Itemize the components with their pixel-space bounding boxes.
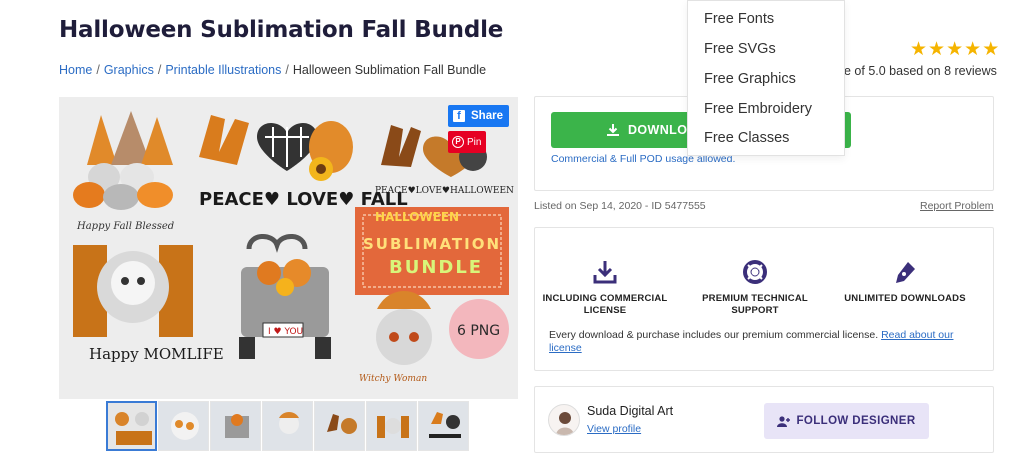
menu-item-free-classes[interactable]: Free Classes (704, 130, 789, 146)
facebook-icon: f (453, 110, 465, 122)
follow-button-label: FOLLOW DESIGNER (796, 415, 916, 427)
rating-stars[interactable]: ★ ★ ★ ★ ★ (910, 40, 999, 60)
feature-line2: LICENSE (583, 305, 627, 316)
license-description-text: Every download & purchase includes our p… (549, 329, 879, 341)
svg-text:Happy MOMLIFE: Happy MOMLIFE (89, 345, 224, 363)
breadcrumb-current: Halloween Sublimation Fall Bundle (292, 63, 487, 77)
breadcrumb-home[interactable]: Home (59, 63, 92, 77)
svg-text:HALLOWEEN: HALLOWEEN (375, 210, 459, 224)
view-profile-link[interactable]: View profile (587, 423, 641, 435)
feature-line1: INCLUDING COMMERCIAL (542, 293, 668, 304)
facebook-share-button[interactable]: f Share (448, 105, 509, 127)
thumbnail[interactable] (314, 401, 365, 451)
thumbnail-strip (106, 401, 469, 451)
pinterest-pin-button[interactable]: P Pin (448, 131, 486, 153)
thumbnail[interactable] (210, 401, 261, 451)
thumbnail[interactable] (262, 401, 313, 451)
avatar[interactable] (548, 404, 580, 436)
report-problem-link[interactable]: Report Problem (920, 200, 994, 212)
pinterest-icon: P (452, 136, 464, 148)
free-resources-dropdown: Free Fonts Free SVGs Free Graphics Free … (687, 0, 845, 156)
svg-text:SUBLIMATION: SUBLIMATION (363, 235, 501, 253)
star-icon: ★ (982, 39, 1000, 60)
svg-text:PEACE♥LOVE♥HALLOWEEN: PEACE♥LOVE♥HALLOWEEN (375, 186, 514, 196)
breadcrumb: Home / Graphics / Printable Illustrations / Ha… (59, 63, 486, 77)
thumbnail[interactable] (418, 401, 469, 451)
thumbnail[interactable] (106, 401, 157, 451)
breadcrumb-separator: / (285, 63, 289, 77)
rating-summary: e of 5.0 based on 8 reviews (844, 64, 997, 78)
thumbnail[interactable] (158, 401, 209, 451)
breadcrumb-separator: / (96, 63, 100, 77)
star-icon: ★ (964, 39, 982, 60)
feature-line1: UNLIMITED DOWNLOADS (844, 293, 966, 304)
star-icon: ★ (946, 39, 964, 60)
bundle-ticket: HALLOWEEN SUBLIMATION BUNDLE (355, 207, 509, 295)
breadcrumb-separator: / (157, 63, 162, 77)
share-label: Share (471, 110, 503, 122)
feature-line2: SUPPORT (731, 305, 779, 316)
download-icon (607, 124, 619, 136)
feature-commercial-license: INCLUDING COMMERCIAL LICENSE (535, 259, 675, 317)
star-icon: ★ (910, 39, 928, 60)
pin-label: Pin (467, 136, 482, 148)
breadcrumb-printable-illustrations[interactable]: Printable Illustrations (165, 63, 281, 77)
lifebuoy-icon (743, 260, 767, 284)
thumbnail[interactable] (366, 401, 417, 451)
add-user-icon (777, 415, 791, 427)
license-description: Every download & purchase includes our p… (549, 329, 979, 355)
menu-item-free-embroidery[interactable]: Free Embroidery (704, 101, 812, 117)
svg-text:Happy Fall Blessed: Happy Fall Blessed (76, 221, 174, 232)
features-panel: INCLUDING COMMERCIAL LICENSE PREMIUM TEC… (534, 227, 994, 371)
menu-item-free-svgs[interactable]: Free SVGs (704, 41, 776, 57)
download-tray-icon (593, 261, 617, 284)
svg-text:I ♥ YOU: I ♥ YOU (268, 327, 303, 337)
page-title: Halloween Sublimation Fall Bundle (59, 17, 504, 43)
menu-item-free-fonts[interactable]: Free Fonts (704, 11, 774, 27)
pen-nib-icon (896, 262, 915, 283)
feature-unlimited-downloads: UNLIMITED DOWNLOADS (825, 259, 985, 305)
designer-panel: Suda Digital Art View profile FOLLOW DES… (534, 386, 994, 453)
svg-text:6 PNG: 6 PNG (457, 323, 500, 339)
svg-text:BUNDLE: BUNDLE (389, 257, 483, 278)
listing-info: Listed on Sep 14, 2020 - ID 5477555 (534, 200, 706, 212)
png-count-badge: 6 PNG (449, 299, 509, 359)
feature-line1: PREMIUM TECHNICAL (702, 293, 808, 304)
feature-technical-support: PREMIUM TECHNICAL SUPPORT (685, 259, 825, 317)
svg-text:Witchy Woman: Witchy Woman (359, 374, 427, 384)
follow-designer-button[interactable]: FOLLOW DESIGNER (764, 403, 929, 439)
star-icon: ★ (928, 39, 946, 60)
designer-name[interactable]: Suda Digital Art (587, 404, 673, 418)
breadcrumb-graphics[interactable]: Graphics (104, 63, 154, 77)
menu-item-free-graphics[interactable]: Free Graphics (704, 71, 796, 87)
